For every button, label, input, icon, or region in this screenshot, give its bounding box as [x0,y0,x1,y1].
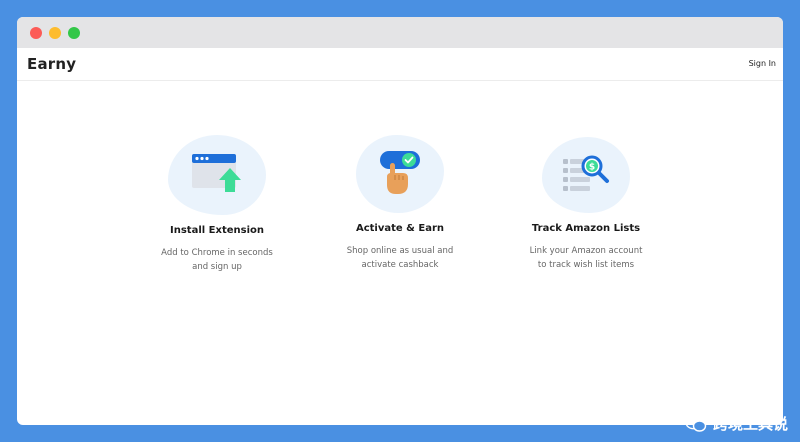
feature-activate-earn: Activate & Earn Shop online as usual and… [315,133,485,273]
svg-text:$: $ [589,163,595,173]
window-titlebar [17,17,783,48]
maximize-window-button[interactable] [68,27,80,39]
watermark-text: 跨境工具说 [712,415,788,433]
feature-install-extension: Install Extension Add to Chrome in secon… [132,133,302,273]
earny-logo[interactable]: Earny [27,55,76,73]
minimize-window-button[interactable] [49,27,61,39]
feature-description: Add to Chrome in seconds and sign up [161,248,273,272]
tap-toggle-icon [380,151,420,194]
list-search-dollar-icon: $ [563,155,609,191]
wechat-icon [685,415,707,432]
feature-title: Install Extension [170,225,264,236]
sign-in-link[interactable]: Sign In [749,59,776,68]
site-header: Earny Sign In [17,48,783,81]
browser-window: Earny Sign In Install Extension Add to C… [17,17,783,425]
feature-description: Link your Amazon account to track wish l… [529,246,643,270]
feature-track-amazon-lists: $ Track Amazon Lists Link your Amazon ac… [501,133,671,273]
close-window-button[interactable] [30,27,42,39]
feature-title: Track Amazon Lists [531,223,641,234]
feature-title: Activate & Earn [355,223,445,234]
browser-upload-icon [192,154,241,192]
feature-description: Shop online as usual and activate cashba… [346,246,454,270]
watermark: 跨境工具说 [685,413,788,434]
